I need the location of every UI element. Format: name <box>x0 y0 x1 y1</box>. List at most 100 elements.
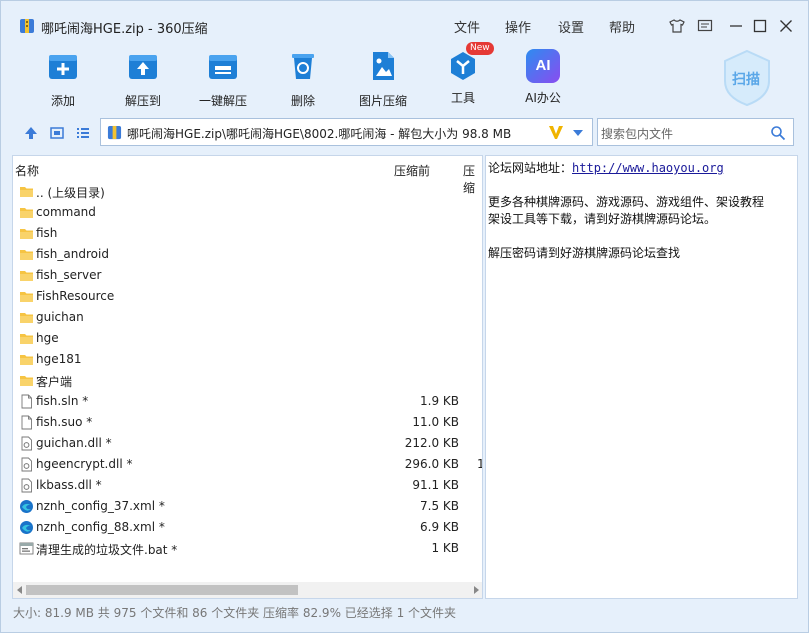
file-row[interactable]: 客户端 <box>13 370 482 391</box>
horizontal-scrollbar[interactable] <box>13 582 482 598</box>
zip-archive-icon <box>107 125 122 140</box>
file-row[interactable]: fish_android <box>13 244 482 265</box>
file-name: hge <box>36 331 59 345</box>
maximize-icon <box>753 19 767 33</box>
v-logo-icon[interactable] <box>547 123 565 141</box>
file-row[interactable]: nznh_config_37.xml * 7.5 KB <box>13 496 482 517</box>
file-row[interactable]: fish.sln * 1.9 KB <box>13 391 482 412</box>
tshirt-icon <box>669 19 685 33</box>
file-name: fish_android <box>36 247 109 261</box>
column-name[interactable]: 名称 <box>15 162 39 179</box>
file-name: hgeencrypt.dll * <box>36 457 133 471</box>
forum-link[interactable]: http://www.haoyou.org <box>572 161 724 175</box>
minimize-button[interactable] <box>726 16 746 36</box>
delete-button[interactable]: 删除 <box>266 49 340 109</box>
file-row[interactable]: nznh_config_88.xml * 6.9 KB <box>13 517 482 538</box>
file-size: 11.0 KB <box>412 415 459 429</box>
add-icon <box>49 55 77 79</box>
list-view-icon[interactable] <box>75 125 91 141</box>
close-button[interactable] <box>776 16 796 36</box>
file-name: guichan <box>36 310 84 324</box>
file-name: fish.suo * <box>36 415 93 429</box>
tools-button[interactable]: New 工具 <box>426 42 500 109</box>
menu-help[interactable]: 帮助 <box>609 17 635 36</box>
file-row[interactable]: 清理生成的垃圾文件.bat * 1 KB <box>13 538 482 559</box>
image-compress-button[interactable]: 图片压缩 <box>346 49 420 109</box>
file-icon <box>19 415 34 430</box>
menu-operation[interactable]: 操作 <box>505 17 531 36</box>
file-row[interactable]: guichan <box>13 307 482 328</box>
ai-office-icon: AI <box>526 49 560 83</box>
one-click-extract-icon <box>209 55 237 79</box>
comment-line-2: 更多各种棋牌源码、游戏源码、游戏组件、架设教程 <box>488 195 765 209</box>
file-list-pane: 名称 压缩前 压缩 .. (上级目录) command fish fish_andro… <box>12 155 483 599</box>
window-title: 哪吒闹海HGE.zip - 360压缩 <box>41 22 208 37</box>
file-row[interactable]: hgeencrypt.dll * 296.0 KB 1 <box>13 454 482 475</box>
zip-archive-icon <box>20 19 34 33</box>
file-size: 1.9 KB <box>420 394 459 408</box>
file-name: 清理生成的垃圾文件.bat * <box>36 543 178 557</box>
file-row[interactable]: fish.suo * 11.0 KB <box>13 412 482 433</box>
forum-address-label: 论坛网站地址： <box>488 161 573 175</box>
file-row[interactable]: hge <box>13 328 482 349</box>
folder-icon <box>19 289 34 304</box>
archive-comment-pane: 论坛网站地址：http://www.haoyou.org 更多各种棋牌源码、游戏… <box>485 155 798 599</box>
delete-icon <box>292 54 314 79</box>
file-name: fish.sln * <box>36 394 89 408</box>
file-row[interactable]: command <box>13 202 482 223</box>
file-row[interactable]: guichan.dll * 212.0 KB <box>13 433 482 454</box>
chevron-down-icon[interactable] <box>572 128 584 138</box>
thumbnail-view-icon[interactable] <box>49 125 65 141</box>
image-compress-icon <box>373 52 394 80</box>
file-row[interactable]: fish_server <box>13 265 482 286</box>
one-click-extract-button[interactable]: 一键解压 <box>186 49 260 109</box>
dll-file-icon <box>19 457 34 472</box>
file-name: hge181 <box>36 352 82 366</box>
file-name: lkbass.dll * <box>36 478 102 492</box>
file-icon <box>19 394 34 409</box>
search-input[interactable]: 搜索包内文件 <box>601 125 673 142</box>
file-row[interactable]: fish <box>13 223 482 244</box>
column-original-size[interactable]: 压缩前 <box>394 162 430 179</box>
extract-to-icon <box>129 55 157 79</box>
message-icon <box>697 19 713 32</box>
file-row[interactable]: .. (上级目录) <box>13 181 482 202</box>
file-row[interactable]: hge181 <box>13 349 482 370</box>
tools-label: 工具 <box>450 91 475 105</box>
scrollbar-thumb[interactable] <box>26 585 298 595</box>
file-name: nznh_config_88.xml * <box>36 520 165 534</box>
file-name: nznh_config_37.xml * <box>36 499 165 513</box>
file-size: 296.0 KB <box>404 457 459 471</box>
search-box[interactable]: 搜索包内文件 <box>597 118 794 146</box>
title-bar: 哪吒闹海HGE.zip - 360压缩 文件 操作 设置 帮助 <box>1 1 808 41</box>
status-bar: 大小: 81.9 MB 共 975 个文件和 86 个文件夹 压缩率 82.9%… <box>13 606 457 620</box>
comment-line-4: 解压密码请到好游棋牌源码论坛查找 <box>488 246 681 260</box>
add-button[interactable]: 添加 <box>26 49 100 109</box>
extract-to-button[interactable]: 解压到 <box>106 49 180 109</box>
menu-settings[interactable]: 设置 <box>558 17 584 36</box>
ai-office-button[interactable]: AI AI办公 <box>506 49 580 109</box>
close-icon <box>780 20 792 32</box>
edge-browser-icon <box>19 520 34 535</box>
file-name: .. (上级目录) <box>36 186 105 200</box>
folder-icon <box>19 247 34 262</box>
address-bar[interactable]: 哪吒闹海HGE.zip\哪吒闹海HGE\8002.哪吒闹海 - 解包大小为 98… <box>100 118 593 146</box>
file-row[interactable]: FishResource <box>13 286 482 307</box>
maximize-button[interactable] <box>750 16 770 36</box>
file-name: fish <box>36 226 58 240</box>
scroll-right-icon[interactable] <box>472 586 480 594</box>
file-row[interactable]: lkbass.dll * 91.1 KB <box>13 475 482 496</box>
image-compress-label: 图片压缩 <box>358 94 407 108</box>
feedback-button[interactable] <box>695 16 715 36</box>
edge-browser-icon <box>19 499 34 514</box>
folder-icon <box>19 352 34 367</box>
search-icon[interactable] <box>770 125 786 141</box>
scan-button[interactable]: 扫描 <box>721 49 773 107</box>
menu-file[interactable]: 文件 <box>454 17 480 36</box>
file-size: 6.9 KB <box>420 520 459 534</box>
folder-icon <box>19 205 34 220</box>
skin-button[interactable] <box>667 16 687 36</box>
scroll-left-icon[interactable] <box>16 586 24 594</box>
up-arrow-icon[interactable] <box>23 125 39 141</box>
comment-line-3: 架设工具等下载，请到好游棋牌源码论坛。 <box>488 212 717 226</box>
